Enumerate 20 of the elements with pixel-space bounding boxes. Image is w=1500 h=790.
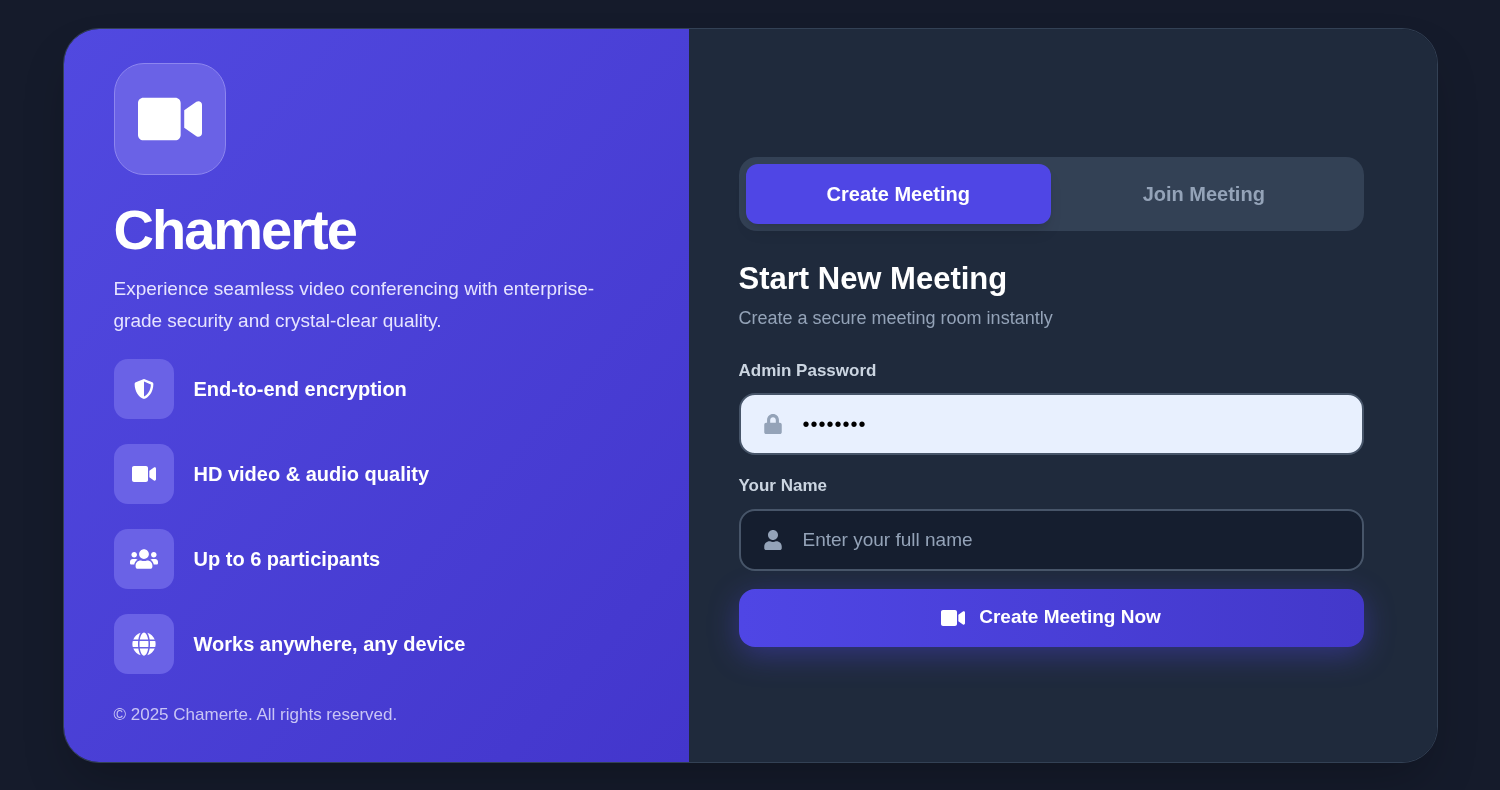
shield-icon [133, 378, 154, 399]
brand-name: Chamerte [113, 196, 357, 263]
feature-label: End-to-end encryption [193, 376, 407, 402]
field-label: Admin Password [738, 359, 878, 382]
user-icon [762, 529, 783, 550]
tagline: Experience seamless video conferencing with enterprise-grade security and crystal-clear quality. [113, 276, 596, 333]
field-label: Your Name [738, 475, 828, 497]
create-meeting-button[interactable]: Create Meeting Now [738, 588, 1364, 647]
form-title: Start New Meeting [738, 259, 1009, 298]
lock-icon [762, 414, 783, 434]
feature-label: HD video & audio quality [193, 461, 430, 487]
globe-icon [131, 631, 156, 656]
name-field[interactable]: Enter your full name [738, 508, 1364, 571]
copyright-text: © 2025 Chamerte. All rights reserved. [113, 704, 399, 726]
tab[interactable]: Create Meeting [745, 163, 1051, 224]
feature-label: Works anywhere, any device [193, 631, 466, 657]
form-subtitle: Create a secure meeting room instantly [738, 306, 1054, 330]
tab[interactable]: Join Meeting [1051, 163, 1357, 224]
password-field[interactable]: •••••••• [738, 393, 1364, 455]
feature-label: Up to 6 participants [193, 546, 381, 572]
